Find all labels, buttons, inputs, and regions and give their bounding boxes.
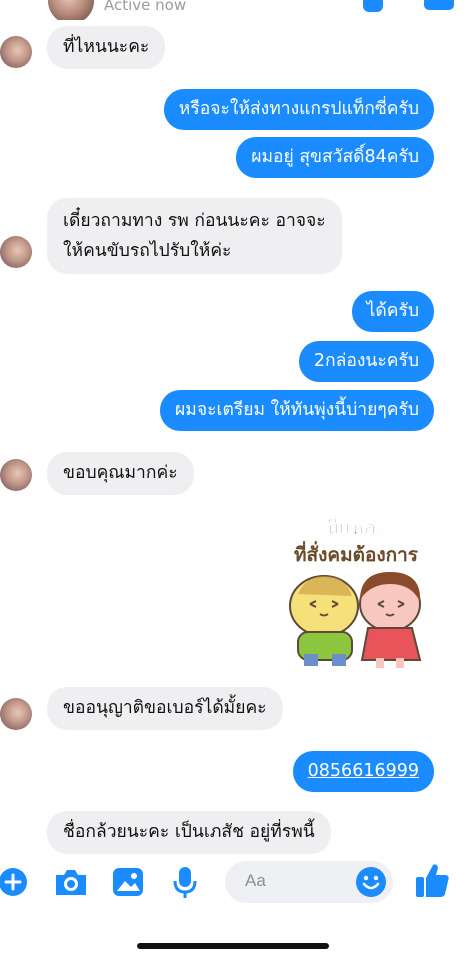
message-outgoing[interactable]: 2กล่องนะครับ: [298, 341, 434, 382]
home-indicator: [137, 943, 329, 949]
sticker-boy-illustration: [289, 575, 359, 666]
message-incoming[interactable]: เดี๋ยวถามทาง รพ ก่อนนะคะ อาจจะ ให้คนขับร…: [47, 198, 342, 274]
camera-icon[interactable]: [53, 866, 89, 902]
phone-call-icon[interactable]: [363, 0, 383, 12]
contact-avatar[interactable]: [0, 236, 32, 268]
contact-avatar[interactable]: [0, 698, 32, 730]
sticker-caption-line2: ที่สั่งคมต้องการ: [294, 541, 419, 566]
message-text: ผมจะเตรียม ให้ทันพุ่งนี้บ่ายๆครับ: [175, 400, 419, 420]
active-status: Active now: [104, 0, 187, 14]
microphone-icon[interactable]: [172, 865, 198, 903]
contact-avatar[interactable]: [0, 36, 32, 68]
phone-number-link[interactable]: 0856616999: [308, 761, 419, 781]
conversation-header: Active now: [0, 0, 467, 20]
message-incoming[interactable]: ที่ไหนนะคะ: [47, 26, 166, 69]
message-outgoing[interactable]: ได้ครับ: [351, 291, 434, 332]
sticker-caption-line1: นี่แหล่ะ: [326, 514, 386, 539]
emoji-icon[interactable]: [355, 866, 387, 902]
contact-avatar[interactable]: [0, 459, 32, 491]
contact-avatar[interactable]: [48, 0, 94, 20]
message-text: ชื่อกล้วยนะคะ เป็นเภสัช อยู่ที่รพนี้: [63, 822, 315, 842]
thumbs-up-icon[interactable]: [414, 861, 450, 903]
message-input-placeholder: Aa: [245, 871, 266, 890]
video-call-icon[interactable]: [424, 0, 454, 10]
message-text-line: เดี๋ยวถามทาง รพ ก่อนนะคะ อาจจะ: [63, 211, 326, 231]
sticker-girl-illustration: [359, 572, 422, 668]
sticker-message[interactable]: นี่แหล่ะ ที่สั่งคมต้องการ: [276, 514, 438, 670]
message-incoming[interactable]: ชื่อกล้วยนะคะ เป็นเภสัช อยู่ที่รพนี้: [47, 811, 331, 854]
message-incoming[interactable]: ขออนุญาติขอเบอร์ได้มั้ยคะ: [47, 687, 283, 730]
message-text: ได้ครับ: [366, 301, 419, 321]
message-incoming[interactable]: ขอบคุณมากค่ะ: [47, 452, 194, 495]
message-text: หรือจะให้ส่งทางแกรปแท็กซี่ครับ: [178, 99, 419, 119]
gallery-icon[interactable]: [112, 867, 144, 901]
message-text: ขออนุญาติขอเบอร์ได้มั้ยคะ: [63, 698, 267, 718]
plus-icon[interactable]: [0, 866, 30, 902]
message-outgoing[interactable]: ผมจะเตรียม ให้ทันพุ่งนี้บ่ายๆครับ: [160, 390, 434, 431]
message-text: ผมอยู่ สุขสวัสดิ์84ครับ: [251, 147, 419, 167]
message-outgoing[interactable]: ผมอยู่ สุขสวัสดิ์84ครับ: [236, 137, 434, 178]
message-outgoing[interactable]: หรือจะให้ส่งทางแกรปแท็กซี่ครับ: [163, 89, 434, 130]
message-text: ขอบคุณมากค่ะ: [63, 463, 178, 483]
message-text: ที่ไหนนะคะ: [63, 37, 150, 57]
message-text-line: ให้คนขับรถไปรับให้ค่ะ: [63, 241, 232, 261]
message-outgoing-phone-number[interactable]: 0856616999: [292, 751, 434, 792]
message-text: 2กล่องนะครับ: [313, 351, 419, 371]
